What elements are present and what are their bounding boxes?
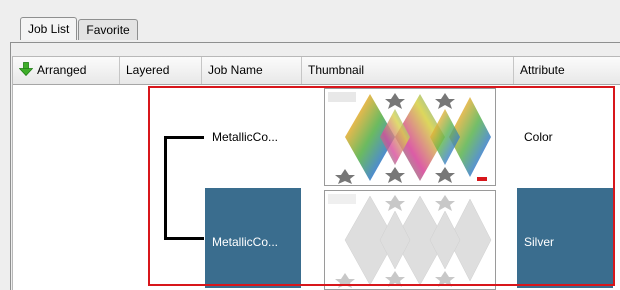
column-header-layered[interactable]: Layered: [120, 57, 202, 84]
column-label-thumbnail: Thumbnail: [308, 63, 365, 77]
silver-print-thumbnail-image: [325, 191, 495, 289]
row-2-attribute-cell[interactable]: Silver: [517, 188, 613, 288]
tab-favorite[interactable]: Favorite: [78, 19, 138, 40]
column-label-layered: Layered: [126, 63, 170, 77]
column-label-attribute: Attribute: [520, 63, 565, 77]
tree-connector-vertical: [164, 136, 167, 240]
column-header-job-name[interactable]: Job Name: [202, 57, 302, 84]
tree-connector-top: [164, 136, 204, 139]
row-1-attribute[interactable]: Color: [524, 130, 553, 144]
table-header: Arranged Layered Job Name Thumbnail Attr…: [13, 57, 620, 85]
row-2-job-name: MetallicCo...: [212, 235, 279, 249]
column-header-thumbnail[interactable]: Thumbnail: [302, 57, 514, 84]
row-2-attribute: Silver: [524, 235, 555, 249]
column-label-arranged: Arranged: [37, 63, 87, 77]
tab-strip: Job List Favorite: [20, 17, 139, 42]
column-header-attribute[interactable]: Attribute: [514, 57, 620, 84]
row-1-job-name[interactable]: MetallicCo...: [212, 130, 278, 144]
tree-connector-bottom: [164, 237, 204, 240]
down-arrow-icon: [19, 62, 33, 77]
row-1-thumbnail[interactable]: [324, 88, 496, 186]
row-2-thumbnail[interactable]: [324, 190, 496, 290]
tab-job-list[interactable]: Job List: [20, 17, 78, 40]
color-print-thumbnail-image: [325, 89, 495, 185]
column-header-arranged[interactable]: Arranged: [13, 57, 120, 84]
row-2-job-name-cell[interactable]: MetallicCo...: [205, 188, 301, 288]
column-label-job-name: Job Name: [208, 63, 263, 77]
